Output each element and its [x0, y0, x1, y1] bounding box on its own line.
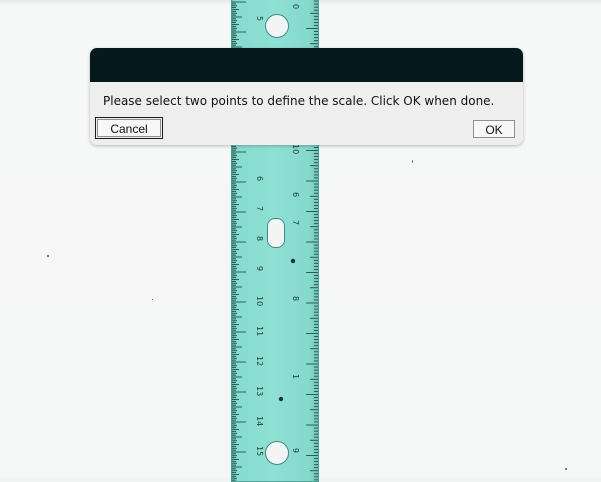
ruler-inch-label: 9 [255, 266, 264, 271]
dialog-titlebar[interactable] [90, 48, 523, 82]
ink-dot [278, 396, 284, 402]
ruler-hole [265, 14, 289, 38]
dialog-message: Please select two points to define the s… [103, 94, 495, 108]
ruler-cm-label: 10 [291, 144, 300, 154]
ok-button[interactable]: OK [473, 120, 515, 138]
ruler-cm-label: 0 [291, 4, 300, 9]
dust-speck [152, 299, 153, 300]
ink-dot [290, 258, 296, 264]
ruler-cm-label: 8 [291, 296, 300, 301]
cancel-button[interactable]: Cancel [95, 117, 163, 139]
ruler-hole [267, 218, 285, 248]
ruler-inch-label: 13 [255, 386, 264, 396]
ruler-inch-label: 14 [255, 416, 264, 426]
dust-speck [47, 255, 49, 257]
ruler-inch-label: 8 [255, 236, 264, 241]
ruler-hole [265, 441, 289, 465]
ruler-inch-label: 7 [255, 206, 264, 211]
ruler-cm-label: 6 [291, 192, 300, 197]
ruler-inch-label: 5 [255, 16, 264, 21]
ruler-inch-label: 15 [255, 446, 264, 456]
dust-speck [412, 160, 413, 163]
ruler-inch-label: 11 [255, 326, 264, 336]
ruler-cm-label: 1 [291, 374, 300, 379]
ruler-inch-label: 10 [255, 296, 264, 306]
ruler-cm-label: 7 [291, 220, 300, 225]
ruler-cm-label: 9 [291, 448, 300, 453]
scale-dialog: Please select two points to define the s… [90, 48, 523, 145]
dust-speck [565, 468, 567, 470]
ruler-inch-label: 12 [255, 356, 264, 366]
ruler-inch-label: 6 [255, 176, 264, 181]
